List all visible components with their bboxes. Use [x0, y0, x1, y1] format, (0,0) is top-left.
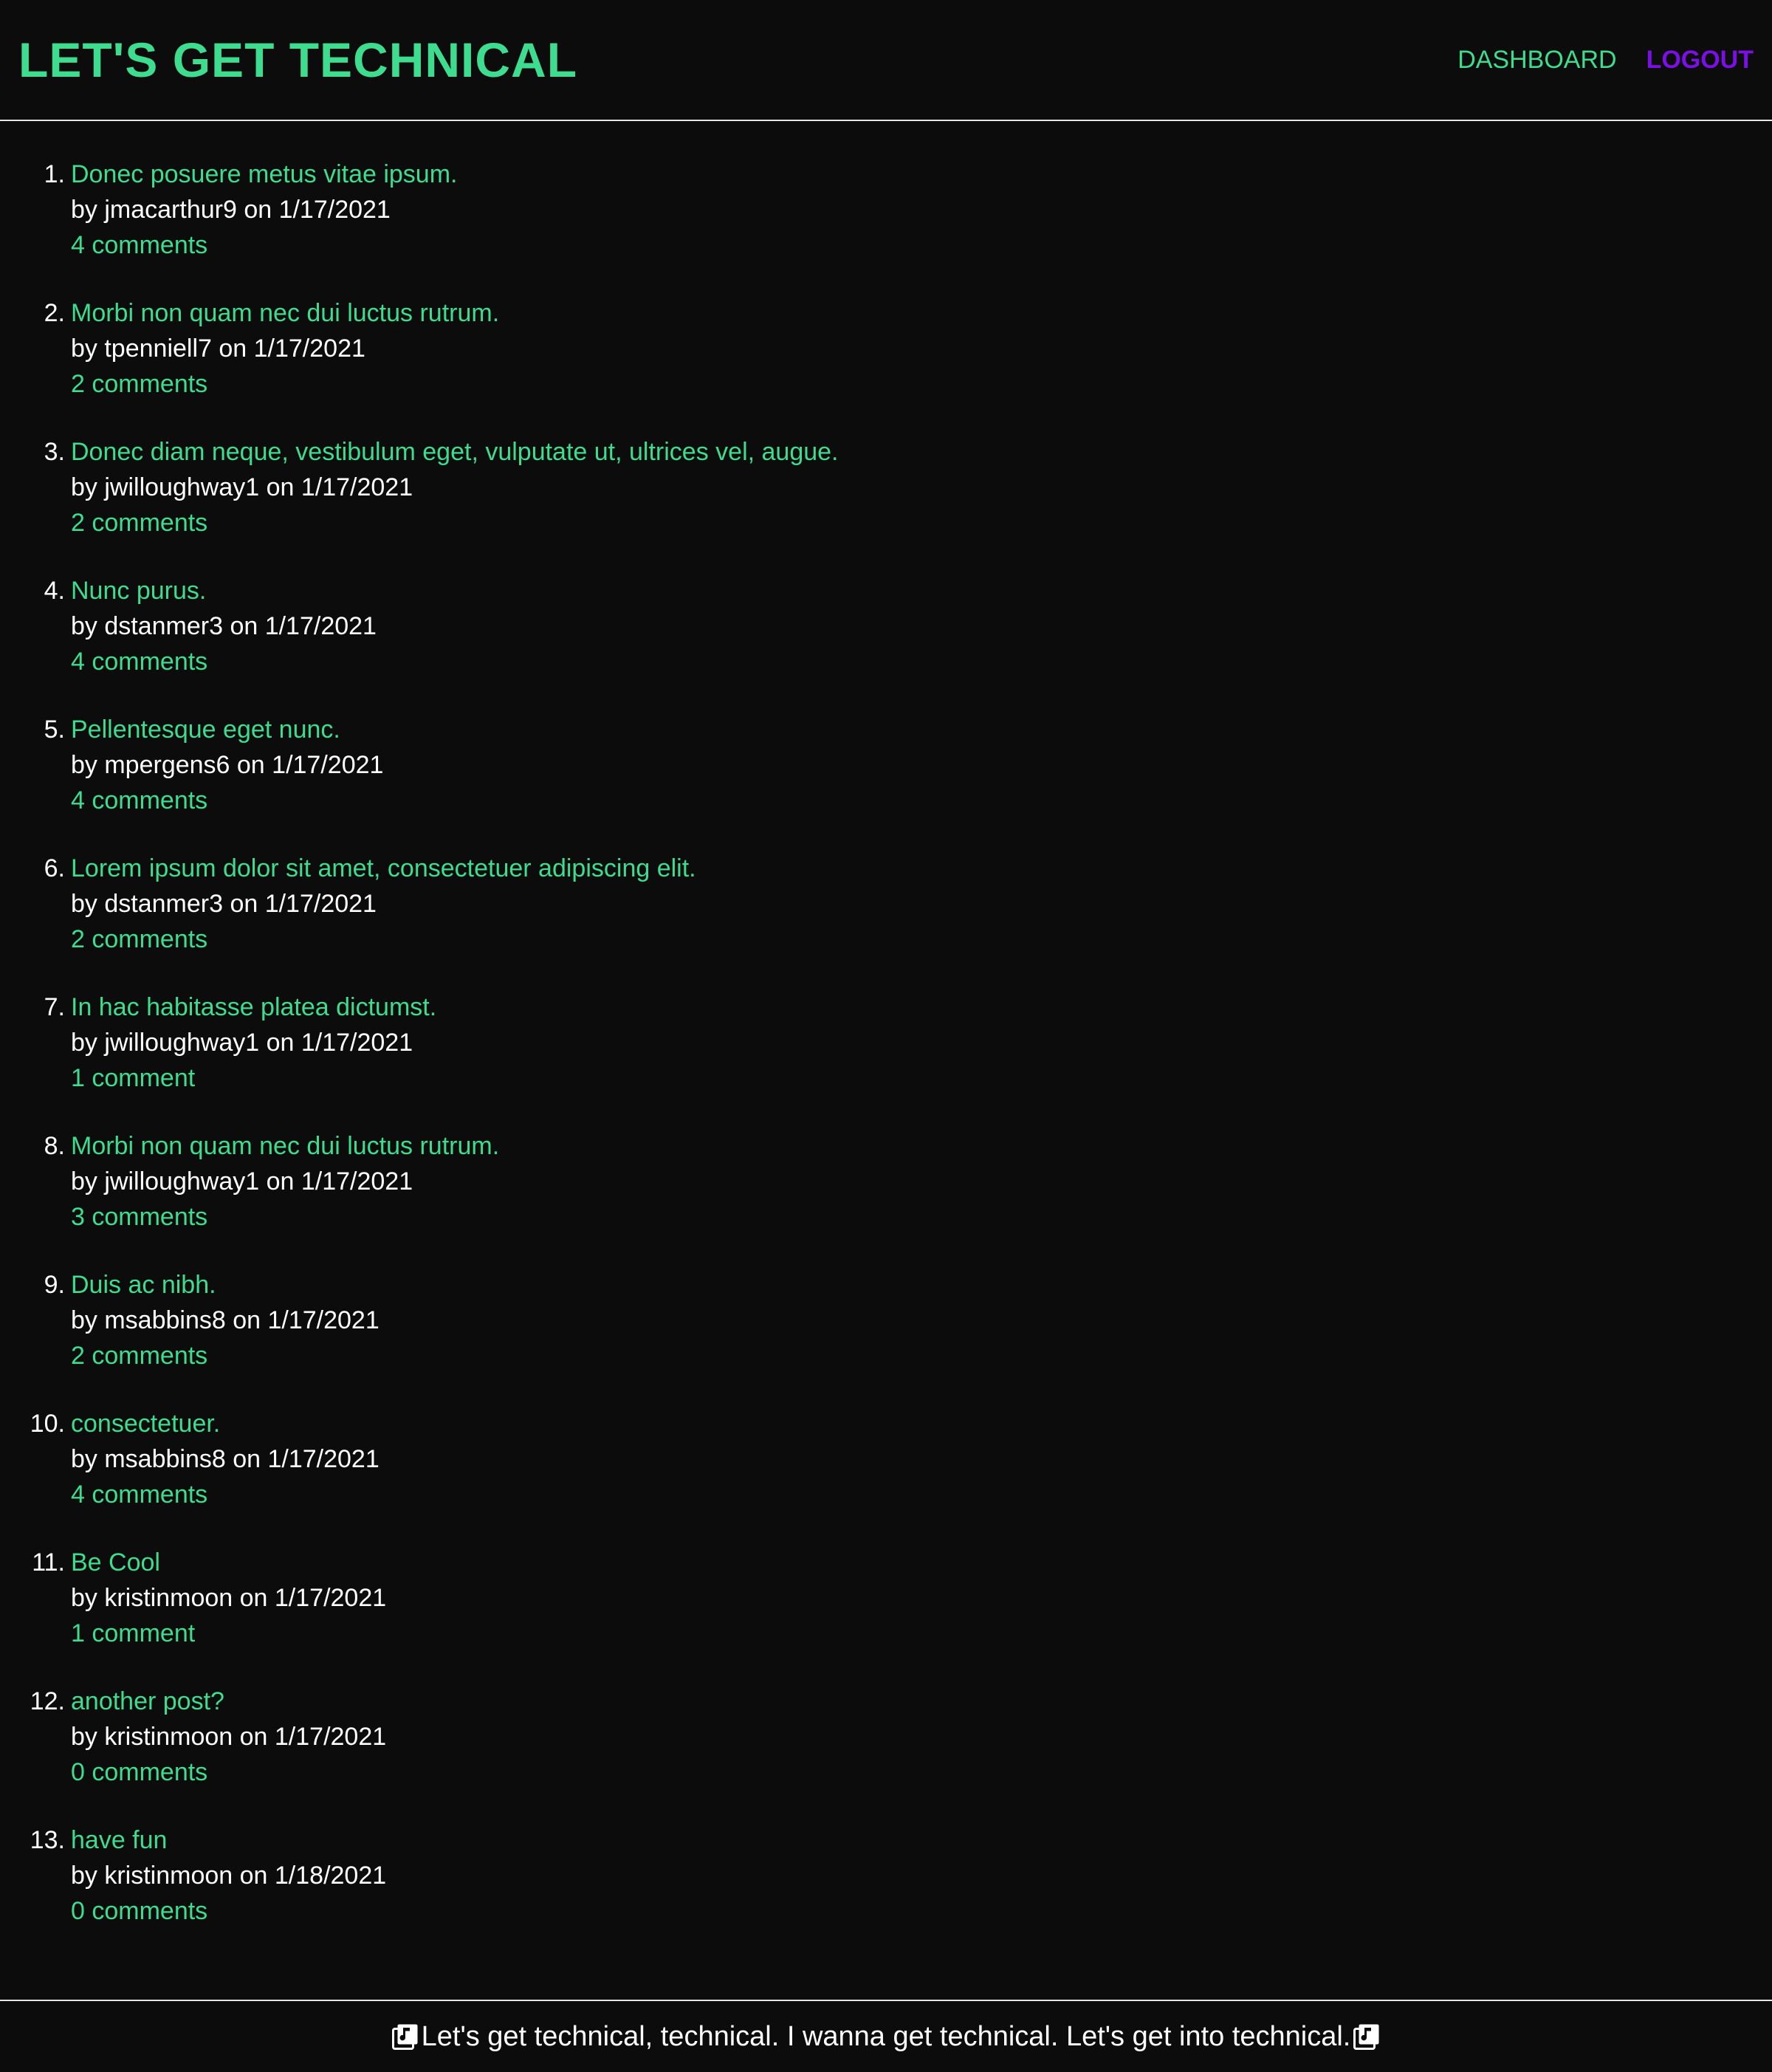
post-title-link[interactable]: another post? — [71, 1684, 386, 1719]
post-title-link[interactable]: Be Cool — [71, 1545, 386, 1580]
post-title-link[interactable]: have fun — [71, 1822, 386, 1858]
post-number: 12. — [30, 1687, 65, 1715]
post-number: 9. — [44, 1271, 65, 1299]
post-title-link[interactable]: Pellentesque eget nunc. — [71, 712, 383, 747]
post-title-link[interactable]: Morbi non quam nec dui luctus rutrum. — [71, 295, 499, 331]
music-note-icon — [1353, 2024, 1379, 2050]
post-comments-link[interactable]: 4 comments — [71, 227, 457, 263]
post-comments-link[interactable]: 0 comments — [71, 1893, 386, 1929]
post-number: 13. — [30, 1826, 65, 1854]
logout-link[interactable]: LOGOUT — [1646, 46, 1754, 75]
post-comments-link[interactable]: 4 comments — [71, 644, 377, 679]
post-item: 8. Morbi non quam nec dui luctus rutrum.… — [0, 1128, 1772, 1267]
post-comments-link[interactable]: 2 comments — [71, 505, 839, 541]
post-number: 7. — [44, 993, 65, 1021]
post-meta: by dstanmer3 on 1/17/2021 — [71, 890, 377, 918]
post-meta: by jwilloughway1 on 1/17/2021 — [71, 1167, 413, 1195]
post-item: 10. consectetuer. by msabbins8 on 1/17/2… — [0, 1406, 1772, 1545]
post-comments-link[interactable]: 2 comments — [71, 1338, 380, 1373]
post-number: 1. — [44, 160, 65, 188]
post-item: 1. Donec posuere metus vitae ipsum. by j… — [0, 157, 1772, 295]
post-comments-link[interactable]: 0 comments — [71, 1754, 386, 1790]
post-comments-link[interactable]: 2 comments — [71, 922, 696, 957]
post-comments-link[interactable]: 4 comments — [71, 783, 383, 818]
post-meta: by jmacarthur9 on 1/17/2021 — [71, 196, 391, 224]
post-meta: by dstanmer3 on 1/17/2021 — [71, 612, 377, 640]
post-number: 2. — [44, 299, 65, 327]
post-comments-link[interactable]: 1 comment — [71, 1616, 386, 1651]
main-nav: DASHBOARD LOGOUT — [1428, 46, 1754, 75]
post-meta: by jwilloughway1 on 1/17/2021 — [71, 1029, 413, 1057]
post-title-link[interactable]: In hac habitasse platea dictumst. — [71, 989, 436, 1025]
post-meta: by kristinmoon on 1/17/2021 — [71, 1723, 387, 1751]
post-number: 6. — [44, 854, 65, 882]
post-comments-link[interactable]: 3 comments — [71, 1199, 499, 1235]
post-meta: by msabbins8 on 1/17/2021 — [71, 1306, 380, 1334]
music-note-icon — [391, 2024, 418, 2050]
post-comments-link[interactable]: 4 comments — [71, 1477, 380, 1512]
post-title-link[interactable]: Donec posuere metus vitae ipsum. — [71, 157, 457, 192]
post-number: 11. — [32, 1548, 65, 1577]
site-title: LET'S GET TECHNICAL — [18, 32, 578, 87]
post-meta: by kristinmoon on 1/18/2021 — [71, 1862, 387, 1890]
post-item: 2. Morbi non quam nec dui luctus rutrum.… — [0, 295, 1772, 434]
post-item: 9. Duis ac nibh. by msabbins8 on 1/17/20… — [0, 1267, 1772, 1406]
post-title-link[interactable]: Donec diam neque, vestibulum eget, vulpu… — [71, 434, 839, 470]
post-number: 5. — [44, 716, 65, 744]
post-list: 1. Donec posuere metus vitae ipsum. by j… — [0, 157, 1772, 1961]
post-item: 12. another post? by kristinmoon on 1/17… — [0, 1684, 1772, 1822]
post-meta: by mpergens6 on 1/17/2021 — [71, 751, 384, 779]
post-meta: by kristinmoon on 1/17/2021 — [71, 1584, 387, 1612]
site-header: LET'S GET TECHNICAL DASHBOARD LOGOUT — [0, 0, 1772, 121]
post-meta: by jwilloughway1 on 1/17/2021 — [71, 473, 413, 501]
post-item: 13. have fun by kristinmoon on 1/18/2021… — [0, 1822, 1772, 1961]
post-title-link[interactable]: Morbi non quam nec dui luctus rutrum. — [71, 1128, 499, 1164]
post-item: 7. In hac habitasse platea dictumst. by … — [0, 989, 1772, 1128]
post-item: 3. Donec diam neque, vestibulum eget, vu… — [0, 434, 1772, 573]
post-number: 8. — [44, 1132, 65, 1160]
dashboard-link[interactable]: DASHBOARD — [1457, 46, 1616, 75]
post-title-link[interactable]: Duis ac nibh. — [71, 1267, 380, 1303]
post-item: 11. Be Cool by kristinmoon on 1/17/2021 … — [0, 1545, 1772, 1684]
post-item: 4. Nunc purus. by dstanmer3 on 1/17/2021… — [0, 573, 1772, 712]
post-comments-link[interactable]: 2 comments — [71, 366, 499, 402]
post-title-link[interactable]: Lorem ipsum dolor sit amet, consectetuer… — [71, 851, 696, 886]
post-number: 3. — [44, 438, 65, 466]
post-item: 5. Pellentesque eget nunc. by mpergens6 … — [0, 712, 1772, 851]
footer-text: Let's get technical, technical. I wanna … — [421, 2020, 1351, 2052]
post-number: 10. — [30, 1410, 65, 1438]
site-footer: Let's get technical, technical. I wanna … — [0, 2000, 1772, 2072]
post-meta: by msabbins8 on 1/17/2021 — [71, 1445, 380, 1473]
post-meta: by tpenniell7 on 1/17/2021 — [71, 335, 365, 363]
post-number: 4. — [44, 577, 65, 605]
post-title-link[interactable]: consectetuer. — [71, 1406, 380, 1441]
post-item: 6. Lorem ipsum dolor sit amet, consectet… — [0, 851, 1772, 989]
post-title-link[interactable]: Nunc purus. — [71, 573, 377, 608]
post-comments-link[interactable]: 1 comment — [71, 1060, 436, 1096]
